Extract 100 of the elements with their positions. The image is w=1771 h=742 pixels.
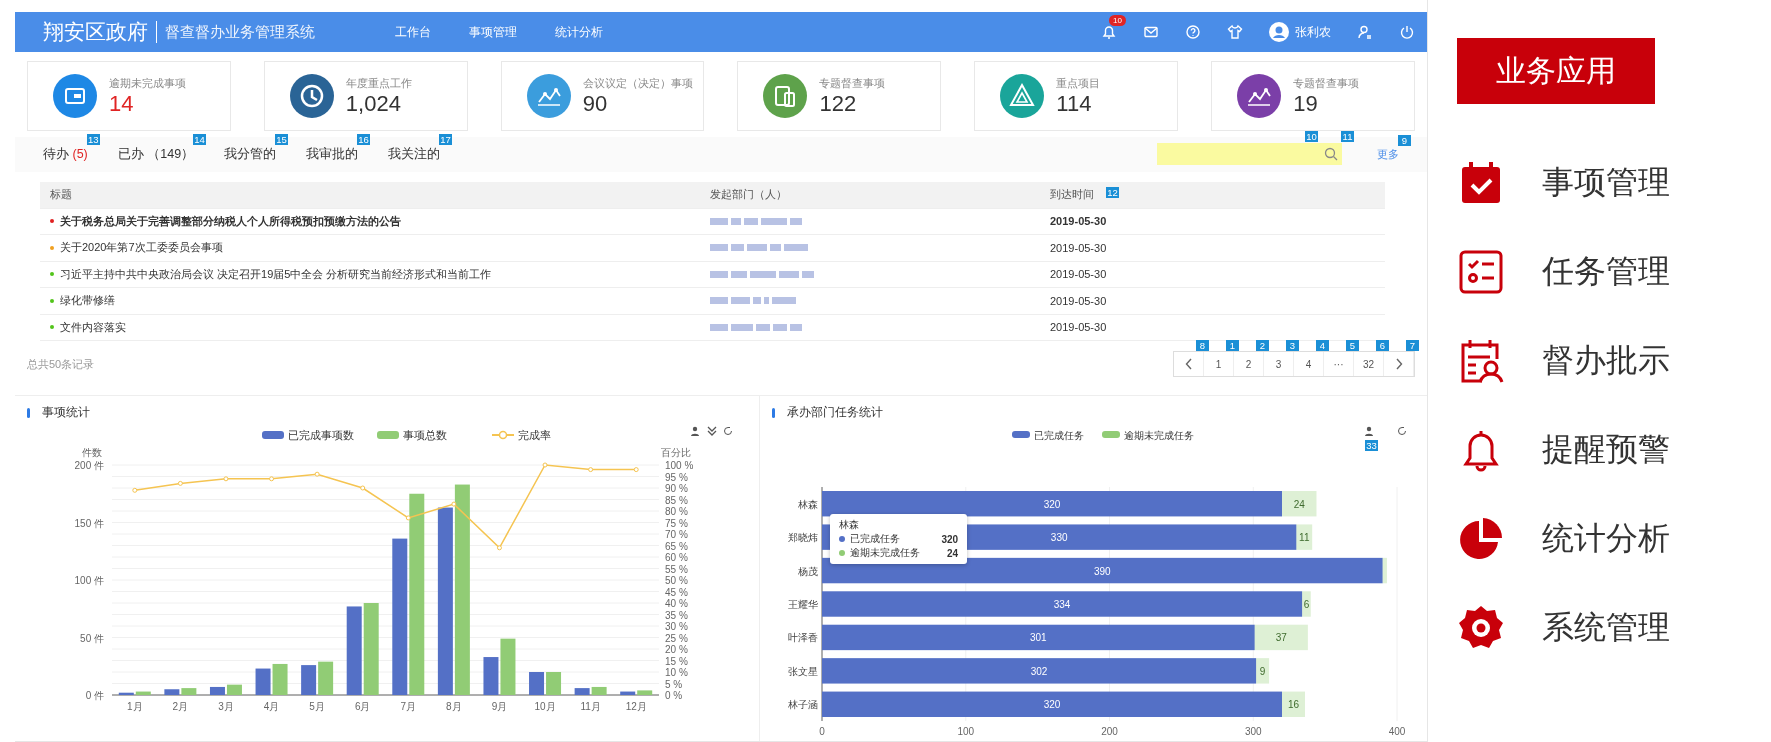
stat-card[interactable]: 重点项目 114 [974,61,1179,132]
legend-label[interactable]: 完成率 [518,429,551,441]
data-label: 320 [1043,699,1061,711]
data-label: 37 [1275,632,1287,644]
legend-label[interactable]: 逾期未完成任务 [1124,430,1194,441]
menu-item[interactable]: 提醒预警 [1542,427,1670,472]
tick-label: 1月 [127,701,143,712]
bar [255,668,271,695]
tick-label: 12月 [625,701,647,712]
stat-label: 专题督查事项 [819,75,886,91]
tick-label: 300 [1244,726,1262,737]
tick-label: 80 % [665,506,688,517]
row-title[interactable]: 文件内容落实 [60,319,126,335]
tick-label: 张文星 [788,665,818,677]
menu-item[interactable]: 统计分析 [1542,516,1670,561]
column-header: 到达时间 [1050,187,1094,202]
data-point [223,476,229,482]
tick-label: 7月 [400,701,417,712]
legend-label[interactable]: 已完成事项数 [288,429,354,441]
data-label: 320 [1043,498,1061,510]
menu-item[interactable]: 任务管理 [1542,249,1670,294]
tick-label: 20 % [665,644,688,655]
tick-label: 9月 [491,701,508,712]
tick-label: 10月 [534,701,556,712]
legend-label[interactable]: 事项总数 [403,429,447,441]
legend-swatch[interactable] [262,431,284,439]
legend-swatch[interactable] [1012,431,1030,438]
panel-title: 业务应用 [1457,38,1655,104]
data-label: 16 [1287,699,1300,711]
tab[interactable]: 已办 （149） [117,145,195,163]
marker-badge: 11 [1341,131,1354,143]
bar [209,686,225,695]
column-header: 发起部门（人） [710,187,787,202]
table-cell: 2019-05-30 [1050,321,1107,334]
stat-value: 1,024 [345,90,402,117]
row-title[interactable]: 关于税务总局关于完善调整部分纳税人个人所得税预扣预缴方法的公告 [60,213,401,229]
stat-card[interactable]: 逾期未完成事项 14 [27,61,231,132]
legend-swatch[interactable] [377,431,399,439]
menu-item[interactable]: 系统管理 [1542,605,1670,650]
legend-swatch[interactable] [491,430,515,440]
tick-label: 100 件 [74,575,104,586]
stat-value: 90 [582,90,609,117]
marker-badge: 5 [1346,340,1359,351]
tick-label: 25 % [665,632,688,644]
marker-badge: 4 [1316,340,1329,351]
bar [272,663,288,695]
marker-badge: 33 [1365,440,1378,451]
stat-card[interactable]: 专题督查事项 122 [737,61,942,132]
tick-label: 叶泽香 [788,632,818,644]
tab[interactable]: 待办 (5) [43,145,88,163]
power-icon[interactable] [1399,24,1415,41]
system-name: 督查督办业务管理系统 [165,22,315,42]
data-label: 301 [1030,632,1047,644]
refresh-icon[interactable] [723,426,733,436]
data-label: 334 [1053,599,1071,610]
row-title[interactable]: 习近平主持中共中央政治局会议 决定召开19届5中全会 分析研究当前经济形式和当前工作 [60,266,492,282]
tick-label: 35 % [665,609,688,621]
shirt-icon[interactable] [1227,24,1243,41]
double-chevron-icon[interactable] [707,426,717,436]
menu-item[interactable]: 督办批示 [1542,338,1670,383]
bell-icon[interactable] [1101,24,1117,41]
tab[interactable]: 我分管的 [224,145,277,163]
tooltip-title: 林森 [839,518,860,532]
legend-swatch[interactable] [1102,431,1120,438]
data-label: 24 [1293,498,1305,510]
stat-label: 年度重点工作 [345,75,412,91]
bar [529,672,545,695]
stat-value: 19 [1293,90,1319,117]
tick-label: 杨茂 [798,565,818,577]
chevron-right-icon[interactable] [1394,358,1403,370]
tick-label: 3月 [218,701,234,712]
table-cell: 2019-05-30 [1050,268,1107,281]
chart-title: 事项统计 [42,404,90,421]
menu-item[interactable]: 事项管理 [1542,160,1670,205]
data-label: 302 [1030,665,1048,677]
marker-badge: 16 [357,133,371,145]
stat-card[interactable]: 会议议定（决定）事项 90 [500,61,705,132]
tab[interactable]: 我审批的 [306,145,359,163]
tab[interactable]: 我关注的 [388,145,441,163]
row-title[interactable]: 关于2020年第7次工委委员会事项 [60,240,223,256]
tick-label: 4月 [263,701,280,712]
avatar-icon[interactable] [1269,22,1289,43]
tick-label: 6月 [354,701,371,712]
marker-badge: 14 [193,133,207,145]
search-icon[interactable] [1324,147,1338,162]
tick-label: 45 % [665,586,688,598]
stat-card[interactable]: 年度重点工作 1,024 [263,61,468,132]
tick-label: 30 % [665,621,688,632]
user-settings-icon[interactable] [1357,24,1373,41]
chevron-left-icon[interactable] [1184,358,1193,370]
refresh-icon[interactable] [1397,426,1407,436]
tick-label: 11月 [580,701,601,712]
row-title[interactable]: 绿化带修缮 [60,293,115,309]
stat-card[interactable]: 专题督查事项 19 [1211,61,1415,132]
tick-label: 5月 [309,701,325,712]
data-point [314,471,320,477]
stat-label: 会议议定（决定）事项 [582,75,693,91]
help-icon[interactable] [1185,24,1201,41]
legend-label[interactable]: 已完成任务 [1034,430,1084,441]
tick-label: 10 % [665,667,688,678]
